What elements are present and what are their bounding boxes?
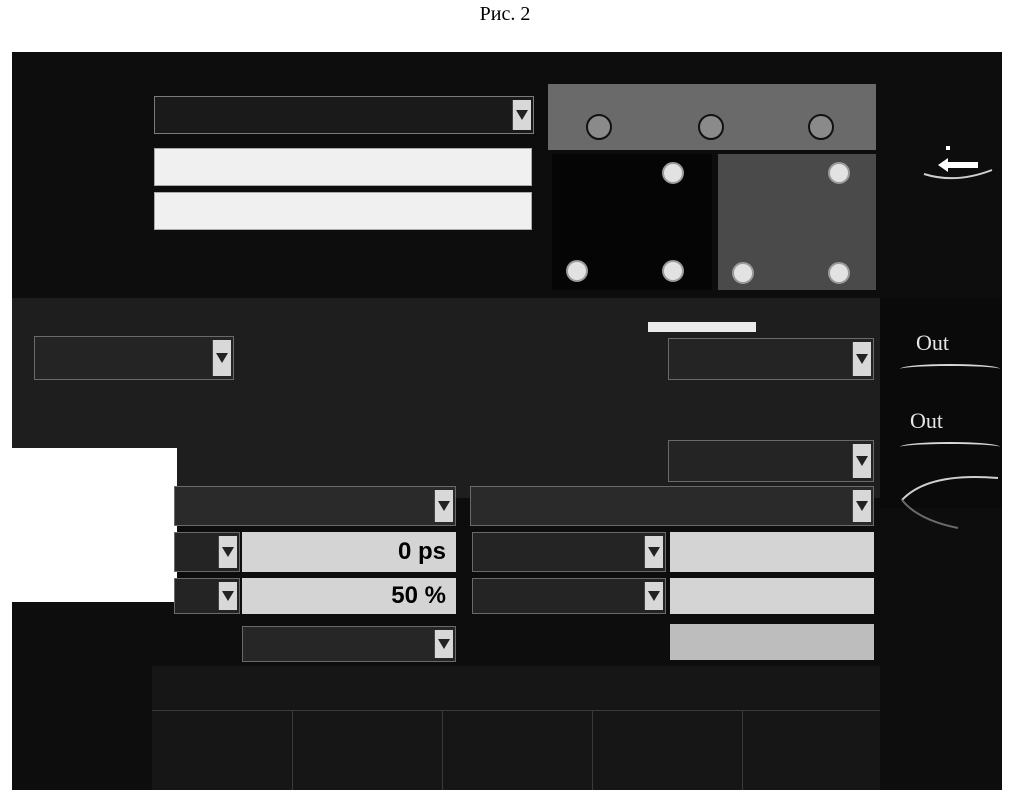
divider [742, 710, 743, 790]
divider [900, 442, 1000, 452]
amplitude-dropdown[interactable] [472, 532, 666, 572]
amplitude-field[interactable] [670, 532, 874, 572]
chevron-down-icon [512, 100, 531, 130]
chevron-down-icon [218, 536, 237, 568]
knob-icon[interactable] [808, 114, 834, 140]
delay-field[interactable]: 0 ps [242, 532, 456, 572]
progress-indicator [648, 322, 756, 332]
chevron-down-icon [852, 490, 871, 522]
knob-icon[interactable] [698, 114, 724, 140]
right-channel-dropdown[interactable] [470, 486, 874, 526]
top-dropdown[interactable] [154, 96, 534, 134]
chevron-down-icon [434, 630, 453, 658]
masked-area [12, 448, 177, 602]
offset-field[interactable] [670, 578, 874, 614]
bottom-toolbar [152, 666, 880, 790]
frequency-field[interactable] [154, 148, 532, 186]
chevron-down-icon [434, 490, 453, 522]
decor-swoosh [898, 470, 1002, 530]
duty-unit-dropdown[interactable] [174, 578, 240, 614]
chevron-down-icon [852, 342, 871, 376]
polarity-dropdown[interactable] [242, 626, 456, 662]
instrument-screen: Out Out 0 ps 50 % [12, 52, 1002, 790]
offset-dropdown[interactable] [472, 578, 666, 614]
divider [900, 364, 1000, 374]
knob-icon[interactable] [586, 114, 612, 140]
knob-icon[interactable] [662, 260, 684, 282]
back-button[interactable] [916, 140, 996, 190]
output-1-label[interactable]: Out [916, 330, 949, 356]
chevron-down-icon [644, 536, 663, 568]
arrow-left-icon [923, 146, 993, 180]
mode-dropdown[interactable] [34, 336, 234, 380]
control-banner [548, 84, 876, 150]
chevron-down-icon [212, 340, 231, 376]
divider [442, 710, 443, 790]
option-dropdown-2[interactable] [668, 440, 874, 482]
chevron-down-icon [644, 582, 663, 610]
delay-unit-dropdown[interactable] [174, 532, 240, 572]
knob-icon[interactable] [566, 260, 588, 282]
knob-icon[interactable] [662, 162, 684, 184]
duty-cycle-field[interactable]: 50 % [242, 578, 456, 614]
divider [592, 710, 593, 790]
period-field[interactable] [154, 192, 532, 230]
divider [152, 710, 880, 711]
left-channel-dropdown[interactable] [174, 486, 456, 526]
figure-caption: Рис. 2 [479, 3, 531, 25]
knob-icon[interactable] [828, 162, 850, 184]
chevron-down-icon [218, 582, 237, 610]
output-2-label[interactable]: Out [910, 408, 943, 434]
limit-field[interactable] [670, 624, 874, 660]
connector-panel [552, 154, 712, 290]
connector-panel-gray [718, 154, 876, 290]
knob-icon[interactable] [828, 262, 850, 284]
chevron-down-icon [852, 444, 871, 478]
divider [292, 710, 293, 790]
option-dropdown[interactable] [668, 338, 874, 380]
knob-icon[interactable] [732, 262, 754, 284]
